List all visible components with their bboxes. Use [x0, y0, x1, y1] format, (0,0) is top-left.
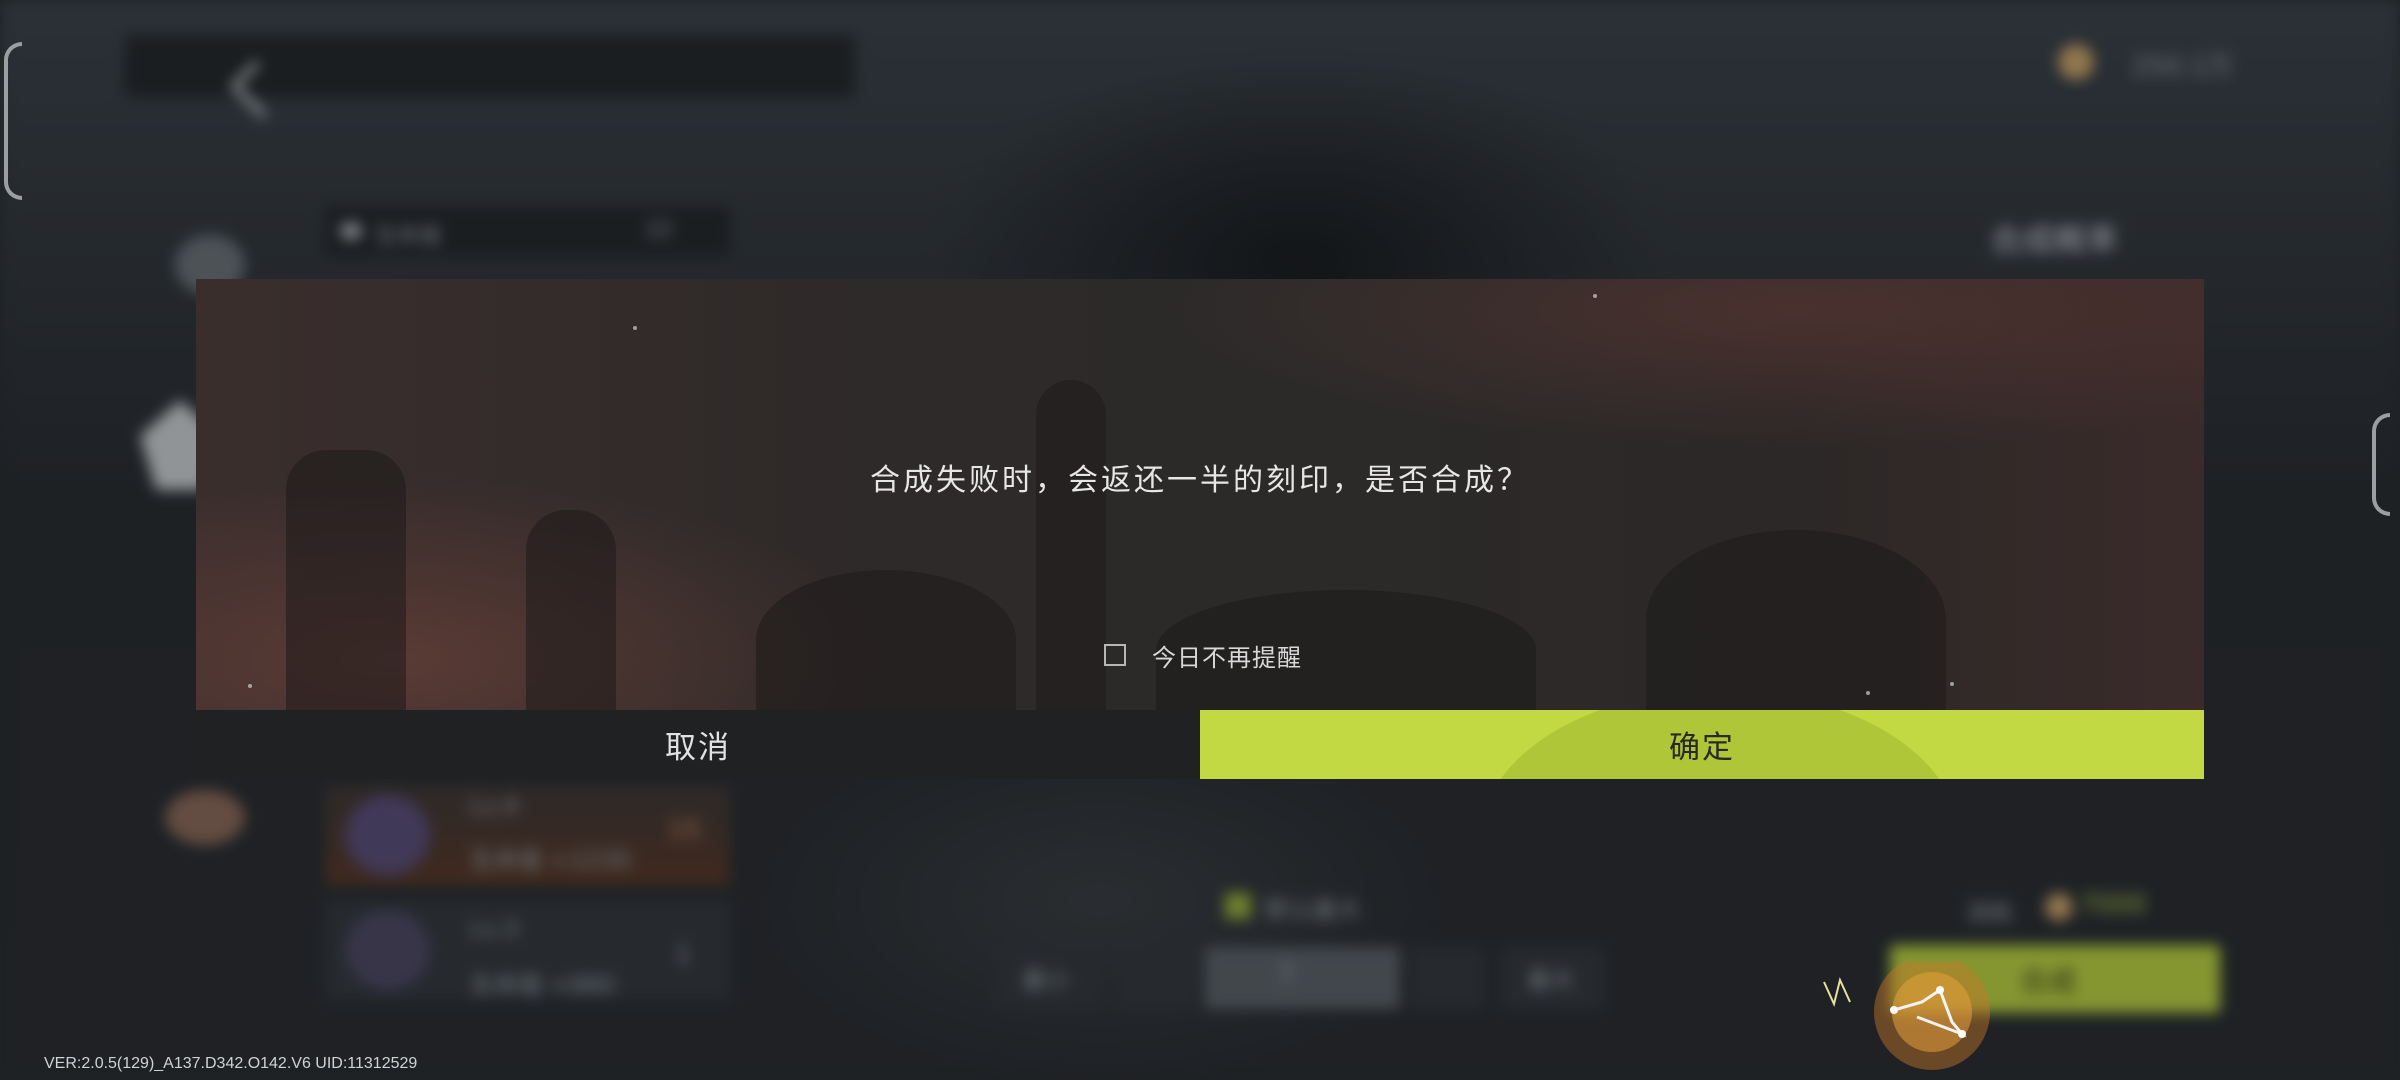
dialog-body: 合成失败时，会返还一半的刻印，是否合成？ 今日不再提醒 — [196, 279, 2204, 710]
constellation-icon[interactable] — [1822, 962, 2002, 1072]
confirm-button-label: 确定 — [1669, 730, 1735, 766]
dialog-message: 合成失败时，会返还一半的刻印，是否合成？ — [870, 463, 1530, 498]
cancel-button-label: 取消 — [665, 730, 731, 766]
cancel-button[interactable]: 取消 — [196, 710, 1200, 779]
remind-toggle[interactable]: 今日不再提醒 — [1104, 637, 1302, 673]
version-info: VER:2.0.5(129)_A137.D342.O142.V6 UID:113… — [44, 1055, 418, 1072]
remind-label: 今日不再提醒 — [1152, 643, 1302, 672]
dialog-scenery — [526, 510, 616, 710]
dialog-scenery — [1036, 380, 1106, 710]
remind-checkbox[interactable] — [1104, 644, 1126, 666]
star-decoration — [1866, 691, 1870, 695]
confirm-button[interactable]: 确定 — [1200, 710, 2204, 779]
dialog-scenery — [1646, 530, 1946, 710]
star-decoration — [633, 326, 637, 330]
star-decoration — [248, 684, 252, 688]
confirm-dialog: 合成失败时，会返还一半的刻印，是否合成？ 今日不再提醒 取消 确定 — [196, 279, 2204, 779]
dialog-scenery — [756, 570, 1016, 710]
star-decoration — [1593, 294, 1597, 298]
star-decoration — [1950, 682, 1954, 686]
